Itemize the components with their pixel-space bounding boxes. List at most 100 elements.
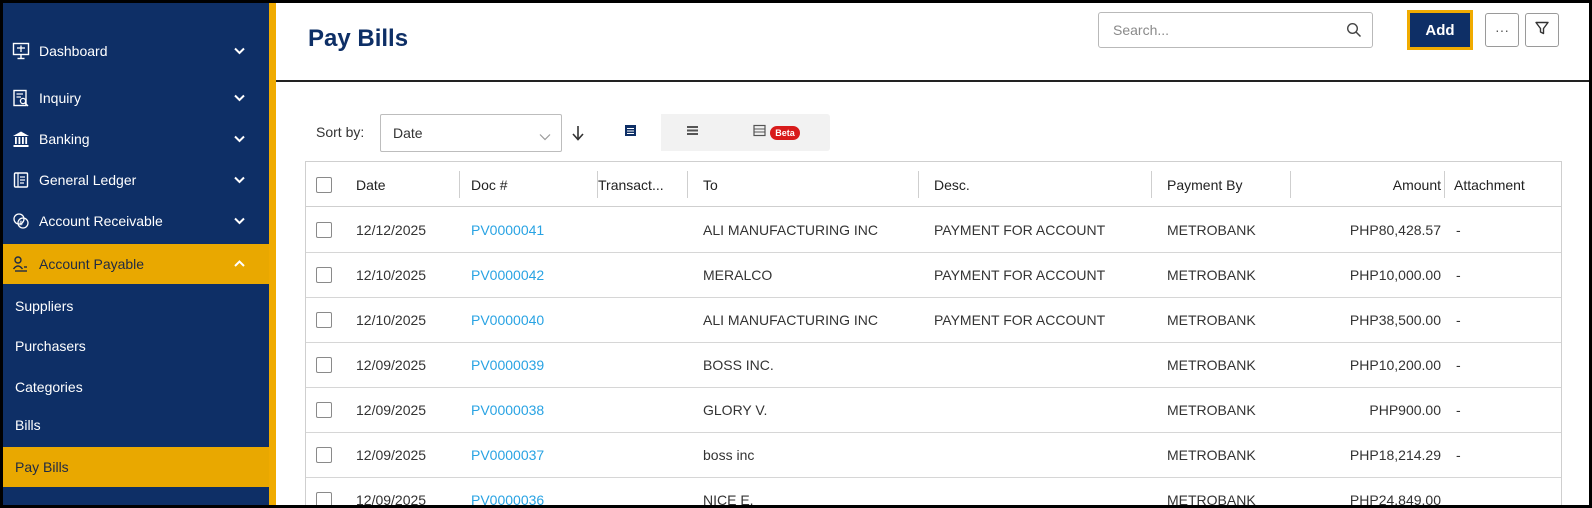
table-row[interactable]: 12/09/2025 PV0000037 boss inc METROBANK PHP1… <box>306 433 1561 478</box>
sidebar-item-label: Account Receivable <box>39 213 163 229</box>
sidebar-subitem-categories[interactable]: Categories <box>3 367 269 407</box>
table-row[interactable]: 12/09/2025 PV0000036 NICE E. METROBANK PHP24… <box>306 478 1561 505</box>
sort-select-value: Date <box>393 125 423 141</box>
table-row[interactable]: 12/10/2025 PV0000042 MERALCO PAYMENT FOR AC… <box>306 253 1561 298</box>
row-checkbox[interactable] <box>316 402 332 418</box>
cell-amount: PHP24,849.00 <box>1291 478 1441 505</box>
cell-text: PAYMENT FOR ACCOUNT <box>934 267 1106 283</box>
cell-text: GLORY V. <box>703 402 768 418</box>
sidebar-item-dashboard[interactable]: Dashboard <box>3 31 269 71</box>
row-checkbox[interactable] <box>316 267 332 283</box>
cell-desc <box>934 343 1162 387</box>
cell-text: METROBANK <box>1167 357 1256 373</box>
column-divider[interactable] <box>459 171 460 198</box>
column-header-to[interactable]: To <box>703 162 919 207</box>
search-icon[interactable] <box>1346 22 1362 38</box>
cell-text: PHP10,000.00 <box>1349 267 1441 283</box>
cell-transact <box>598 478 698 505</box>
doc-number-link[interactable]: PV0000036 <box>471 492 544 505</box>
doc-number-link[interactable]: PV0000040 <box>471 312 544 328</box>
cell-payment-by: METROBANK <box>1167 478 1291 505</box>
cell-payment-by: METROBANK <box>1167 253 1291 297</box>
view-beta-button[interactable]: Beta <box>723 114 830 151</box>
sidebar-subitem-suppliers[interactable]: Suppliers <box>3 286 269 326</box>
cell-to: boss inc <box>703 433 929 477</box>
column-header-desc[interactable]: Desc. <box>934 162 1152 207</box>
cell-amount: PHP38,500.00 <box>1291 298 1441 342</box>
cell-text: - <box>1456 222 1461 238</box>
table-row[interactable]: 12/12/2025 PV0000041 ALI MANUFACTURING INC… <box>306 208 1561 253</box>
cell-text: - <box>1456 402 1461 418</box>
page-header: Pay Bills Add ··· <box>276 3 1589 82</box>
search-input[interactable] <box>1099 13 1339 47</box>
cell-text: 12/09/2025 <box>356 492 427 505</box>
column-header-doc[interactable]: Doc # <box>471 162 598 207</box>
bills-table: Date Doc # Transact... To Desc. Payment … <box>305 161 1562 505</box>
row-checkbox[interactable] <box>316 447 332 463</box>
sort-direction-arrow-down-icon[interactable] <box>568 123 588 143</box>
column-divider[interactable] <box>687 171 688 198</box>
add-button[interactable]: Add <box>1407 10 1473 50</box>
sidebar-subitem-pay-bills[interactable]: Pay Bills <box>3 447 269 487</box>
sidebar-item-label: Dashboard <box>39 43 108 59</box>
sidebar-item-general-ledger[interactable]: General Ledger <box>3 160 269 200</box>
sidebar-item-label: Inquiry <box>39 90 82 106</box>
table-row[interactable]: 12/10/2025 PV0000040 ALI MANUFACTURING INC… <box>306 298 1561 343</box>
cell-date: 12/10/2025 <box>356 298 466 342</box>
sidebar-subitem-purchasers[interactable]: Purchasers <box>3 326 269 366</box>
more-options-button[interactable]: ··· <box>1485 13 1519 47</box>
column-header-payment-by[interactable]: Payment By <box>1167 162 1291 207</box>
doc-number-link[interactable]: PV0000041 <box>471 222 544 238</box>
column-divider[interactable] <box>1151 171 1152 198</box>
doc-number-link[interactable]: PV0000039 <box>471 357 544 373</box>
cell-amount: PHP10,200.00 <box>1291 343 1441 387</box>
chevron-down-icon <box>229 135 249 143</box>
row-checkbox[interactable] <box>316 312 332 328</box>
sidebar-item-account-receivable[interactable]: $ Account Receivable <box>3 201 269 241</box>
select-all-cell <box>316 162 346 207</box>
ledger-icon <box>11 170 31 190</box>
view-list-button[interactable] <box>661 114 723 151</box>
row-checkbox[interactable] <box>316 222 332 238</box>
sort-select[interactable]: Date <box>380 114 562 152</box>
cell-date: 12/09/2025 <box>356 478 466 505</box>
sidebar-item-account-payable[interactable]: Account Payable <box>3 244 269 284</box>
cell-desc: PAYMENT FOR ACCOUNT <box>934 253 1162 297</box>
cell-date: 12/09/2025 <box>356 388 466 432</box>
column-header-date[interactable]: Date <box>356 162 460 207</box>
cell-text: ALI MANUFACTURING INC <box>703 222 879 238</box>
cell-to: ALI MANUFACTURING INC <box>703 208 929 252</box>
doc-number-link[interactable]: PV0000038 <box>471 402 544 418</box>
table-row[interactable]: 12/09/2025 PV0000039 BOSS INC. METROBANK PHP… <box>306 343 1561 388</box>
cell-transact <box>598 253 698 297</box>
sidebar-item-banking[interactable]: Banking <box>3 119 269 159</box>
view-table-button[interactable] <box>599 114 661 151</box>
doc-number-link[interactable]: PV0000037 <box>471 447 544 463</box>
cell-amount: PHP900.00 <box>1291 388 1441 432</box>
cell-doc: PV0000040 <box>471 298 596 342</box>
cell-text: - <box>1456 312 1461 328</box>
column-header-attachment[interactable]: Attachment <box>1454 162 1559 207</box>
chevron-down-icon <box>229 176 249 184</box>
cell-text: METROBANK <box>1167 492 1256 505</box>
column-header-transaction[interactable]: Transact... <box>598 162 688 207</box>
row-checkbox[interactable] <box>316 492 332 505</box>
sidebar-item-label: General Ledger <box>39 172 137 188</box>
filter-button[interactable] <box>1525 13 1559 47</box>
column-header-label: Date <box>356 176 386 193</box>
cell-attachment: - <box>1456 388 1556 432</box>
column-header-amount[interactable]: Amount <box>1291 162 1443 207</box>
cell-desc: PAYMENT FOR ACCOUNT <box>934 208 1162 252</box>
svg-text:$: $ <box>19 220 23 227</box>
doc-number-link[interactable]: PV0000042 <box>471 267 544 283</box>
page-title: Pay Bills <box>308 25 409 52</box>
cell-to: NICE E. <box>703 478 929 505</box>
column-divider[interactable] <box>1444 162 1445 207</box>
cell-to: BOSS INC. <box>703 343 929 387</box>
table-row[interactable]: 12/09/2025 PV0000038 GLORY V. METROBANK PHP9… <box>306 388 1561 433</box>
select-all-checkbox[interactable] <box>316 176 332 193</box>
sidebar-item-inquiry[interactable]: Inquiry <box>3 78 269 118</box>
column-divider[interactable] <box>918 171 919 198</box>
row-checkbox[interactable] <box>316 357 332 373</box>
sidebar-subitem-bills[interactable]: Bills <box>3 405 269 445</box>
